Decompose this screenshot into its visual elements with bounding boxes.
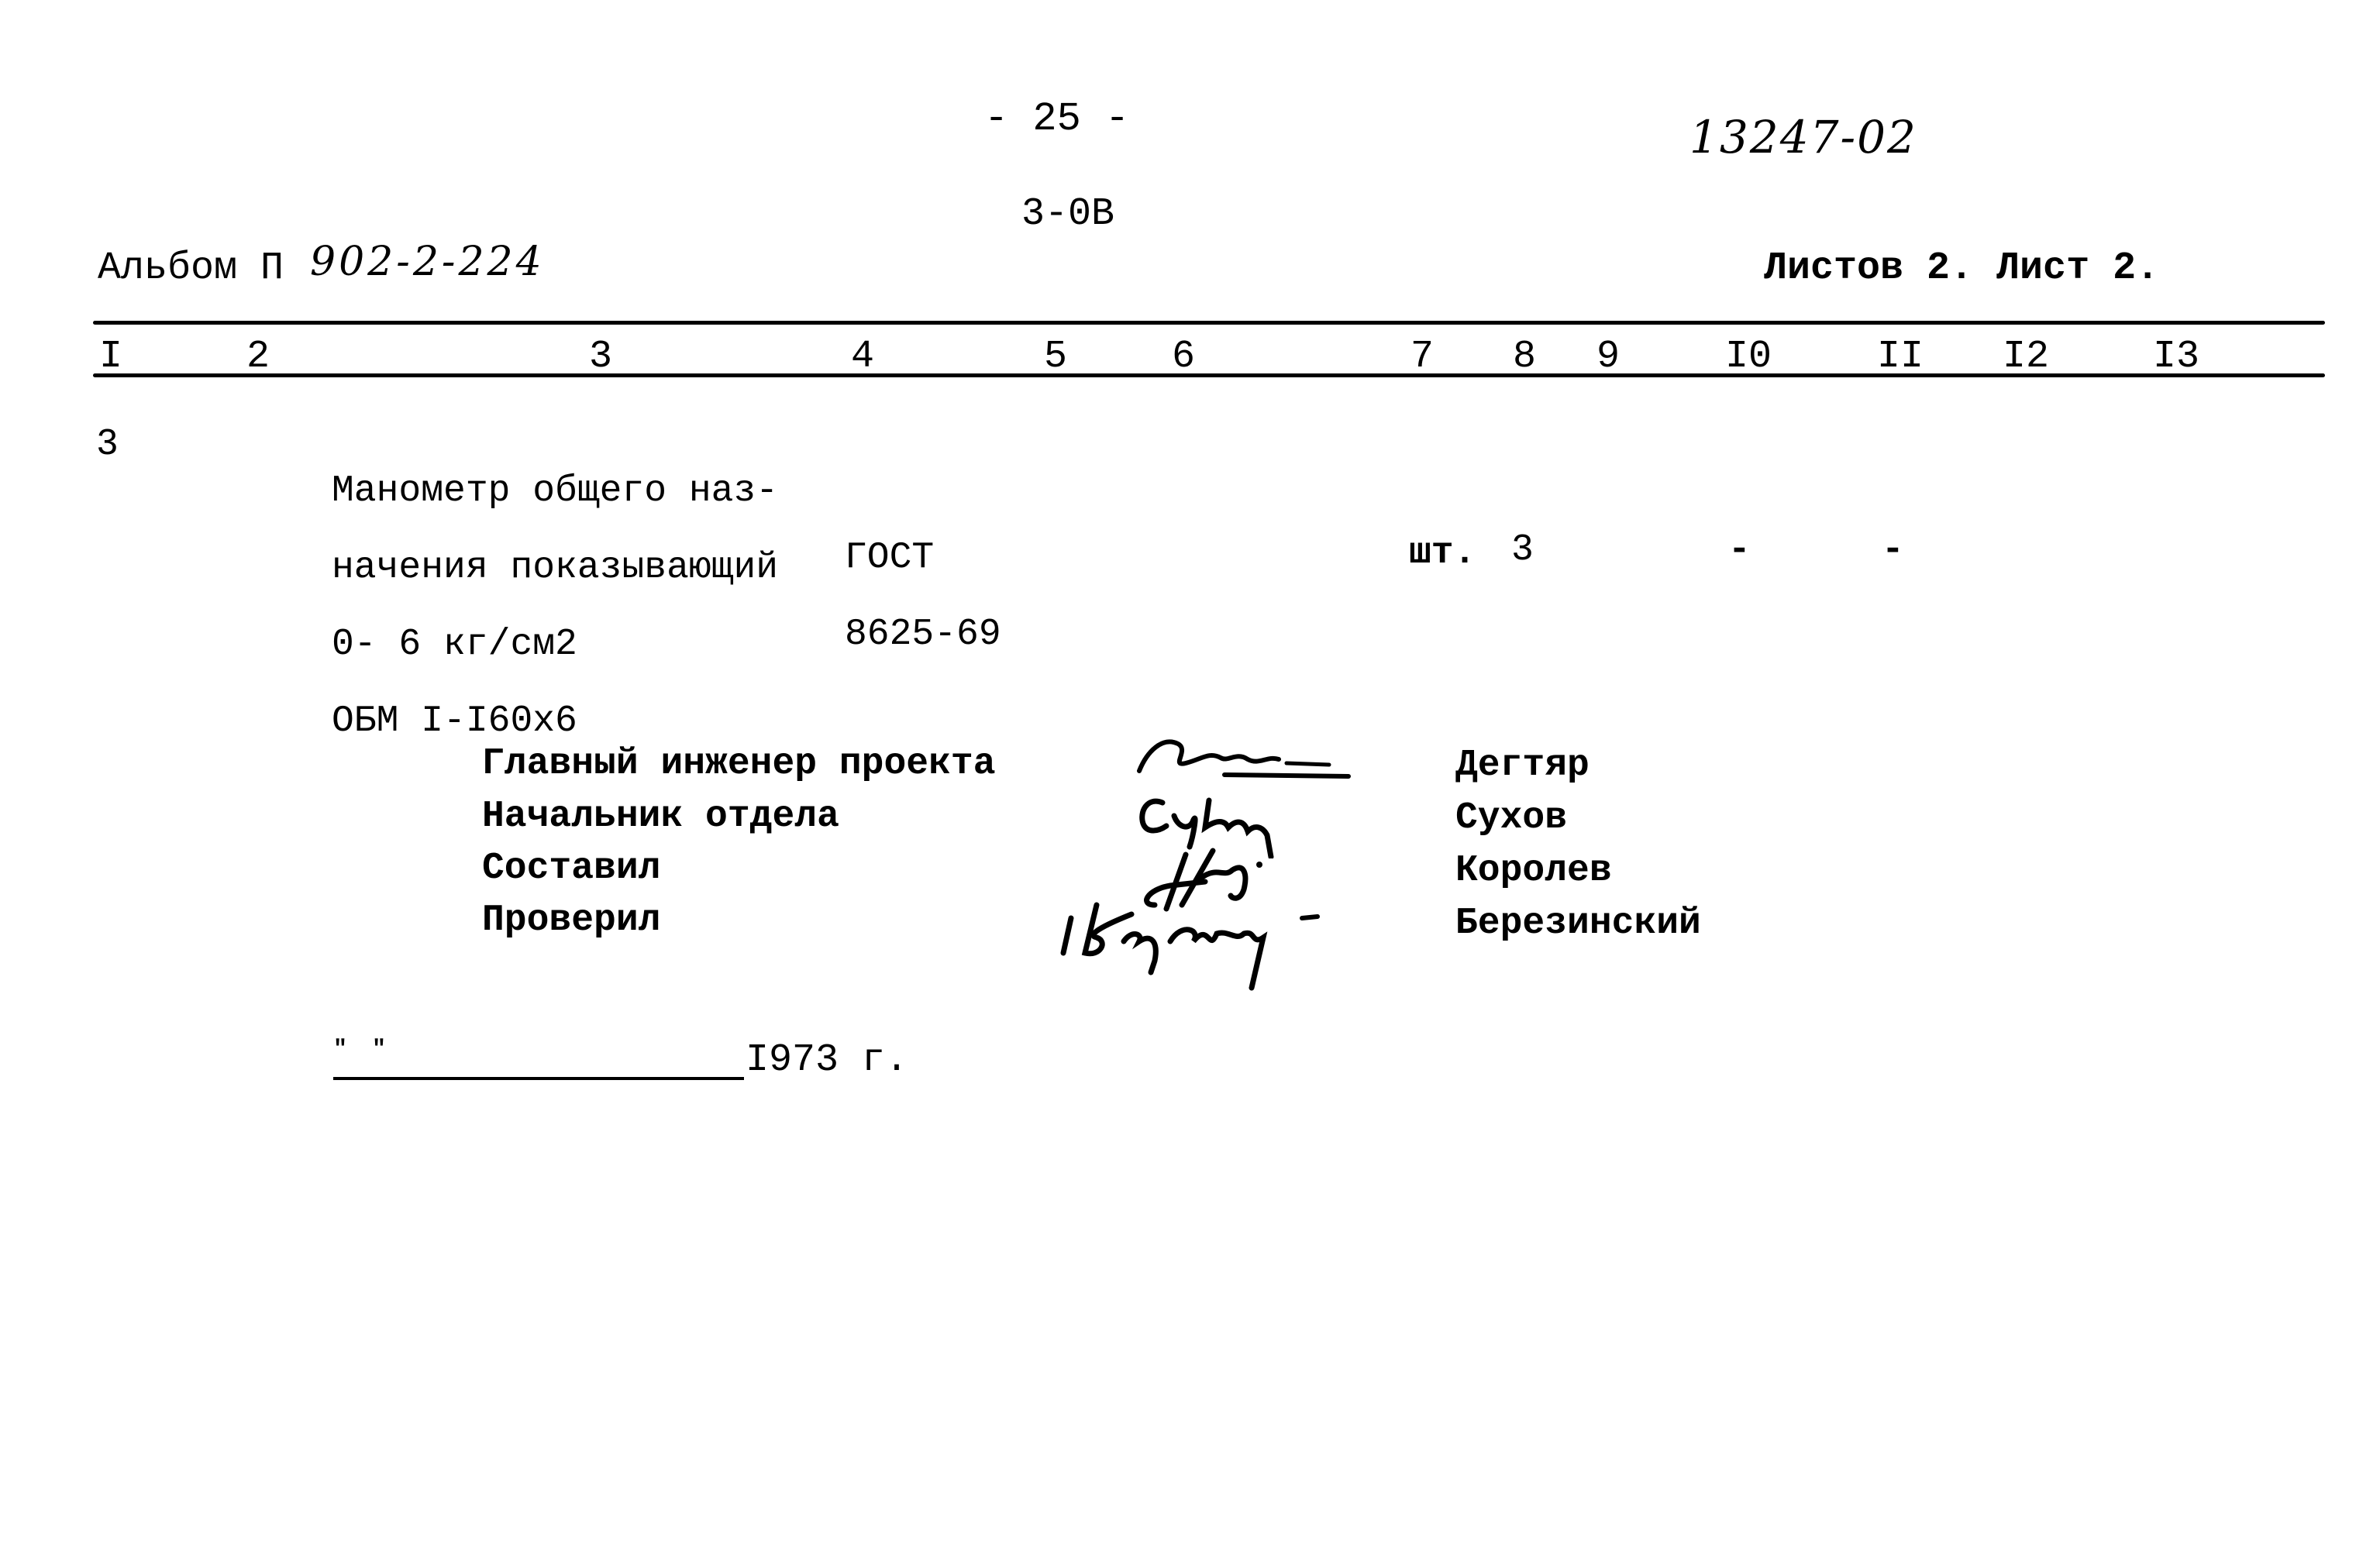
column-number: 7	[1410, 335, 1435, 379]
handwritten-signature-icon	[1137, 739, 1351, 779]
column-number: I3	[2153, 335, 2200, 379]
row-description: Манометр общего наз- начения показывающи…	[332, 428, 778, 786]
row-position: 3	[96, 424, 119, 466]
description-line: 0- 6 кг/см2	[332, 624, 577, 666]
row-quantity: 3	[1511, 529, 1534, 571]
signature-name: Сухов	[1455, 797, 1568, 839]
handwritten-signature-icon	[1060, 902, 1320, 991]
date-open-quote: "	[333, 1037, 348, 1063]
row-col10: -	[1728, 529, 1751, 571]
album-label: Альбом П	[98, 246, 284, 291]
row-unit: шт.	[1409, 532, 1476, 574]
page-number: - 25 -	[984, 96, 1130, 142]
column-number: I	[99, 335, 123, 379]
standard-line: 8625-69	[845, 614, 1001, 655]
column-number: 4	[851, 335, 875, 379]
column-number: 2	[246, 335, 270, 379]
date-blank-underline	[333, 1077, 744, 1080]
signature-role: Составил	[482, 848, 661, 889]
sheets-info: Листов 2. Лист 2.	[1764, 246, 2160, 291]
date-year: I973 г.	[746, 1038, 909, 1082]
row-col11: -	[1882, 529, 1904, 571]
standard-line: ГОСТ	[845, 537, 935, 579]
column-number: 6	[1172, 335, 1196, 379]
table-header-bottom-rule	[93, 373, 2325, 377]
signature-role: Главный инженер проекта	[482, 743, 996, 785]
signature-name: Королев	[1455, 850, 1612, 892]
column-number: I2	[2003, 335, 2050, 379]
document-number: 13247-02	[1689, 111, 1917, 163]
row-standard: ГОСТ 8625-69	[845, 494, 1001, 699]
column-number: 8	[1513, 335, 1537, 379]
column-number: 9	[1596, 335, 1621, 379]
column-number: 3	[589, 335, 613, 379]
column-number: II	[1877, 335, 1924, 379]
signature-name: Дегтяр	[1455, 745, 1590, 786]
signature-role: Начальник отдела	[482, 796, 839, 838]
section-code: 3-0В	[1021, 192, 1115, 236]
column-number: 5	[1044, 335, 1068, 379]
signature-role: Проверил	[482, 900, 661, 941]
description-line: начения показывающий	[332, 547, 779, 589]
date-close-quote: "	[372, 1037, 387, 1063]
album-number: 902-2-224	[310, 239, 545, 285]
description-line: ОБМ I-I60х6	[332, 700, 577, 742]
column-number: I0	[1725, 335, 1772, 379]
table-top-rule	[93, 321, 2325, 325]
description-line: Манометр общего наз-	[332, 470, 779, 512]
signature-name: Березинский	[1455, 903, 1701, 944]
